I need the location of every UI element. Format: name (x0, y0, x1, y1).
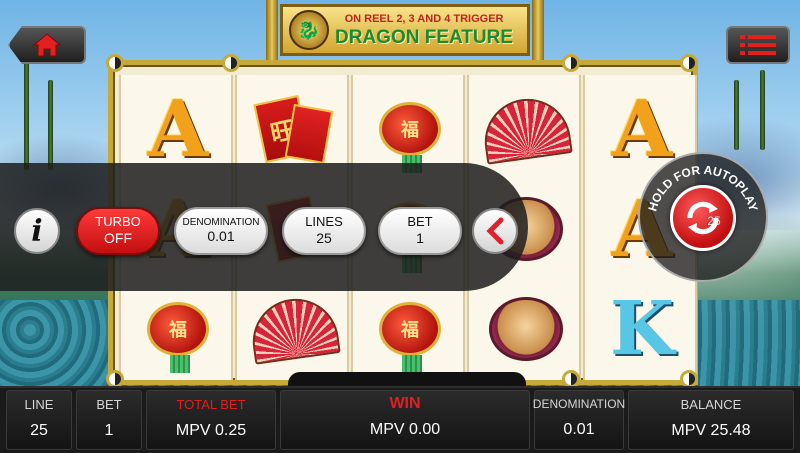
bamboo-stalk (48, 80, 53, 170)
dragon-feature-banner: 🐉 ON REEL 2, 3 AND 4 TRIGGER DRAGON FEAT… (280, 4, 530, 56)
symbol-drum (475, 283, 577, 375)
menu-button[interactable] (726, 26, 790, 64)
balance-label: BALANCE (680, 397, 742, 412)
balance-value: MPV 25.48 (671, 422, 751, 439)
total-bet-value: MPV 0.25 (175, 422, 247, 439)
win-label: WIN (389, 395, 421, 412)
denomination-value: 0.01 (563, 421, 595, 438)
menu-icon (740, 35, 776, 55)
lines-value: 25 (316, 229, 332, 246)
home-button[interactable] (8, 26, 86, 64)
bamboo-stalk (734, 80, 739, 150)
bet-label: BET (407, 214, 433, 230)
bet-cell: BET 1 (76, 390, 142, 450)
symbol-lantern: 福 (127, 283, 229, 375)
bamboo-stalk (760, 70, 765, 150)
banner-line-2: DRAGON FEATURE (335, 26, 514, 48)
home-icon (32, 33, 62, 57)
yin-yang-ornament (680, 54, 698, 72)
turbo-toggle[interactable]: TURBO OFF (76, 207, 160, 255)
symbol-fan (243, 283, 345, 375)
banner-line-1: ON REEL 2, 3 AND 4 TRIGGER (344, 12, 504, 25)
total-bet-cell: TOTAL BET MPV 0.25 (146, 390, 276, 450)
symbol-lantern: 福 (359, 283, 461, 375)
yin-yang-ornament (562, 54, 580, 72)
turbo-value: OFF (104, 229, 132, 246)
line-value: 25 (30, 422, 48, 439)
total-bet-label: TOTAL BET (176, 397, 246, 412)
denomination-value: 0.01 (207, 228, 235, 245)
line-label: LINE (24, 397, 54, 412)
yin-yang-ornament (106, 54, 124, 72)
bet-value: 1 (104, 422, 114, 439)
denomination-selector[interactable]: DENOMINATION 0.01 (174, 207, 268, 255)
autoplay-count: 25 (707, 214, 721, 228)
bet-selector[interactable]: BET 1 (378, 207, 462, 255)
bamboo-stalk (24, 60, 29, 170)
bet-label: BET (96, 397, 122, 412)
win-cell: WIN MPV 0.00 (280, 390, 530, 450)
bet-value: 1 (416, 229, 424, 246)
info-button[interactable]: i (14, 208, 60, 254)
denomination-label: DENOMINATION (182, 217, 260, 229)
symbol-lantern: 福 (359, 83, 461, 175)
chevron-left-icon (486, 217, 504, 245)
win-value: MPV 0.00 (369, 421, 441, 438)
symbol-fan (475, 83, 577, 175)
banner-pole-right (532, 0, 544, 62)
lines-selector[interactable]: LINES 25 (282, 207, 366, 255)
banner-pole-left (266, 0, 278, 62)
turbo-label: TURBO (95, 214, 141, 230)
lines-label: LINES (305, 214, 343, 230)
yin-yang-ornament (222, 54, 240, 72)
line-cell: LINE 25 (6, 390, 72, 450)
symbol-a: A (147, 83, 209, 175)
symbol-k: K (609, 286, 675, 372)
balance-cell: BALANCE MPV 25.48 (628, 390, 794, 450)
collapse-controls-button[interactable] (472, 208, 518, 254)
symbol-red-envelope: 旺 (243, 83, 345, 175)
dragon-icon: 🐉 (289, 10, 329, 50)
denomination-label: DENOMINATION (532, 397, 626, 411)
denomination-cell: DENOMINATION 0.01 (532, 390, 626, 450)
